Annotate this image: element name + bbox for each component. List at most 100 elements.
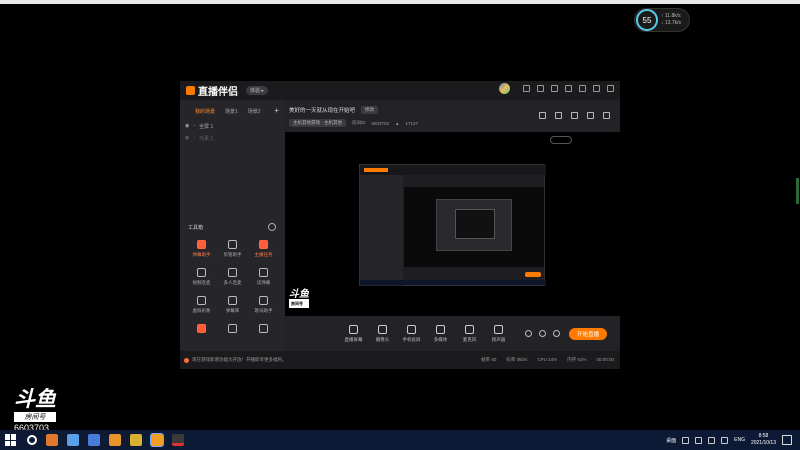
hot-icon: ▲ [395,120,400,126]
notice-text[interactable]: 现在游戏新增功能大开放！开播即享更多福利。 [192,357,287,363]
tool-read-danmu[interactable]: 读弹幕 [248,268,279,286]
nested-preview-inner [436,199,512,251]
app-icon-1[interactable] [46,434,58,446]
nested-left-panel [360,175,403,286]
maximize-icon[interactable] [593,85,600,92]
tool-avatar[interactable]: 虚拟形象 [186,296,217,314]
hot-value: 17127 [405,120,419,126]
source-label: 全屏 1 [199,124,214,130]
video-icon[interactable] [525,330,532,337]
eye-icon[interactable]: ◉ [185,135,189,142]
tool-icon [259,324,268,333]
speaker-button[interactable]: 扬声器 [484,324,513,343]
notification-icon[interactable] [782,435,792,445]
windows-start-icon[interactable] [5,434,17,446]
admin-icon [228,240,237,249]
volume-icon[interactable] [721,436,729,444]
play-icon [436,324,445,334]
language-indicator[interactable]: ENG [734,437,745,443]
minimize-icon[interactable] [579,85,586,92]
app-icon-4[interactable] [109,434,121,446]
nested-preview-deep [455,209,495,239]
camera-button[interactable]: 摄像头 [368,324,397,343]
record-icon[interactable] [571,112,578,119]
tool-multi-link[interactable]: 多人连麦 [217,268,248,286]
message-icon[interactable] [523,85,530,92]
start-live-button[interactable]: 开始直播 [569,327,607,340]
eye-icon[interactable]: ◉ [185,123,189,130]
nested-taskbar [360,280,546,285]
preview-watermark: 斗鱼 房间号 [289,289,309,308]
control-label: 麦克风 [462,336,477,342]
control-label: 摄像头 [375,336,390,342]
tool-host-task[interactable]: 主播任务 [248,240,279,258]
gift-icon[interactable] [539,112,546,119]
app-icon-2[interactable] [67,434,79,446]
tool-extra-3[interactable] [248,324,279,336]
tool-extra-1[interactable] [186,324,217,336]
menu-icon[interactable] [565,85,572,92]
taskbar: 桌面 ENG 8:58 2021/10/13 [0,430,800,450]
source-label: 元素 1 [199,136,214,142]
clock[interactable]: 8:58 2021/10/13 [751,433,776,447]
close-icon[interactable] [607,85,614,92]
stream-title: 美好的一天就从现在开始吧 [289,108,356,114]
skin-icon[interactable] [537,85,544,92]
nested-titlebar [360,165,546,175]
tool-extra-2[interactable] [217,324,248,336]
camera-icon [378,324,387,334]
phone-cast-button[interactable]: 手机投屏 [397,324,426,343]
nested-screen-capture [359,164,546,286]
category-select[interactable]: 主机其他游戏 · 主机其他 [289,119,346,127]
clock-time: 8:58 [758,433,769,439]
avatar[interactable] [499,83,510,94]
stream-preview[interactable]: 斗鱼 房间号 [285,132,620,316]
monitor-icon [349,324,358,334]
add-scene-button[interactable]: + [274,106,279,115]
tool-lyrics[interactable]: 歌词助手 [248,296,279,314]
tool-grid: 弹幕助手 房管助手 主播任务 视频连麦 多人连麦 读弹幕 虚拟形象 弹幕库 歌词… [186,240,281,336]
tab-scene-2[interactable]: 场景2 [248,108,261,115]
media-button[interactable]: 多媒体 [426,324,455,343]
tool-label: 读弹幕 [256,280,271,285]
network-icon[interactable] [708,436,716,444]
shield-icon[interactable] [695,436,703,444]
app-icon-3[interactable] [88,434,100,446]
screen-capture-button[interactable]: 直播屏幕 [339,324,368,343]
app-icon-5[interactable] [172,434,184,446]
source-row[interactable]: ◉ ▫ 元素 1 [180,130,285,142]
network-speed-widget[interactable]: 55 ↑ 11.8k/s ↓ 13.7k/s [634,8,690,32]
library-icon [228,296,237,305]
control-bar: 直播屏幕 摄像头 手机投屏 多媒体 麦克风 扬声器 开始直播 [285,316,620,351]
gear-icon[interactable] [553,330,560,337]
tab-my-scene[interactable]: 我的场景 [195,108,215,115]
microphone-button[interactable]: 麦克风 [455,324,484,343]
folder-icon[interactable] [130,434,142,446]
live-app-taskbar-icon[interactable] [150,433,164,447]
notice-icon [184,357,189,363]
bell-icon[interactable] [587,112,594,119]
settings-icon[interactable] [551,85,558,92]
tool-danmu-lib[interactable]: 弹幕库 [217,296,248,314]
tool-icon [197,324,206,333]
tray-text[interactable]: 桌面 [666,437,676,444]
version-badge[interactable]: 体验 ▸ [246,86,268,95]
nested-go-live [525,272,541,277]
lock-icon[interactable]: ▫ [193,135,195,142]
lock-icon[interactable]: ▫ [193,123,195,130]
lock-icon[interactable] [555,112,562,119]
tray-app-icon[interactable] [682,436,690,444]
stat-memory: 内存 61% [567,357,587,362]
tool-video-link[interactable]: 视频连麦 [186,268,217,286]
source-row[interactable]: ◉ ▫ 全屏 1 [180,115,285,130]
tool-danmu-assistant[interactable]: 弹幕助手 [186,240,217,258]
search-icon[interactable] [27,435,37,445]
tool-label: 多人连麦 [223,280,242,285]
more-tools-icon[interactable] [268,223,276,231]
edit-title-button[interactable]: 修改 [361,106,379,114]
share-icon[interactable] [603,112,610,119]
stat-cpu: CPU 24% [537,357,558,362]
tab-scene-1[interactable]: 场景1 [225,108,238,115]
eye-icon[interactable] [539,330,546,337]
tool-room-admin[interactable]: 房管助手 [217,240,248,258]
